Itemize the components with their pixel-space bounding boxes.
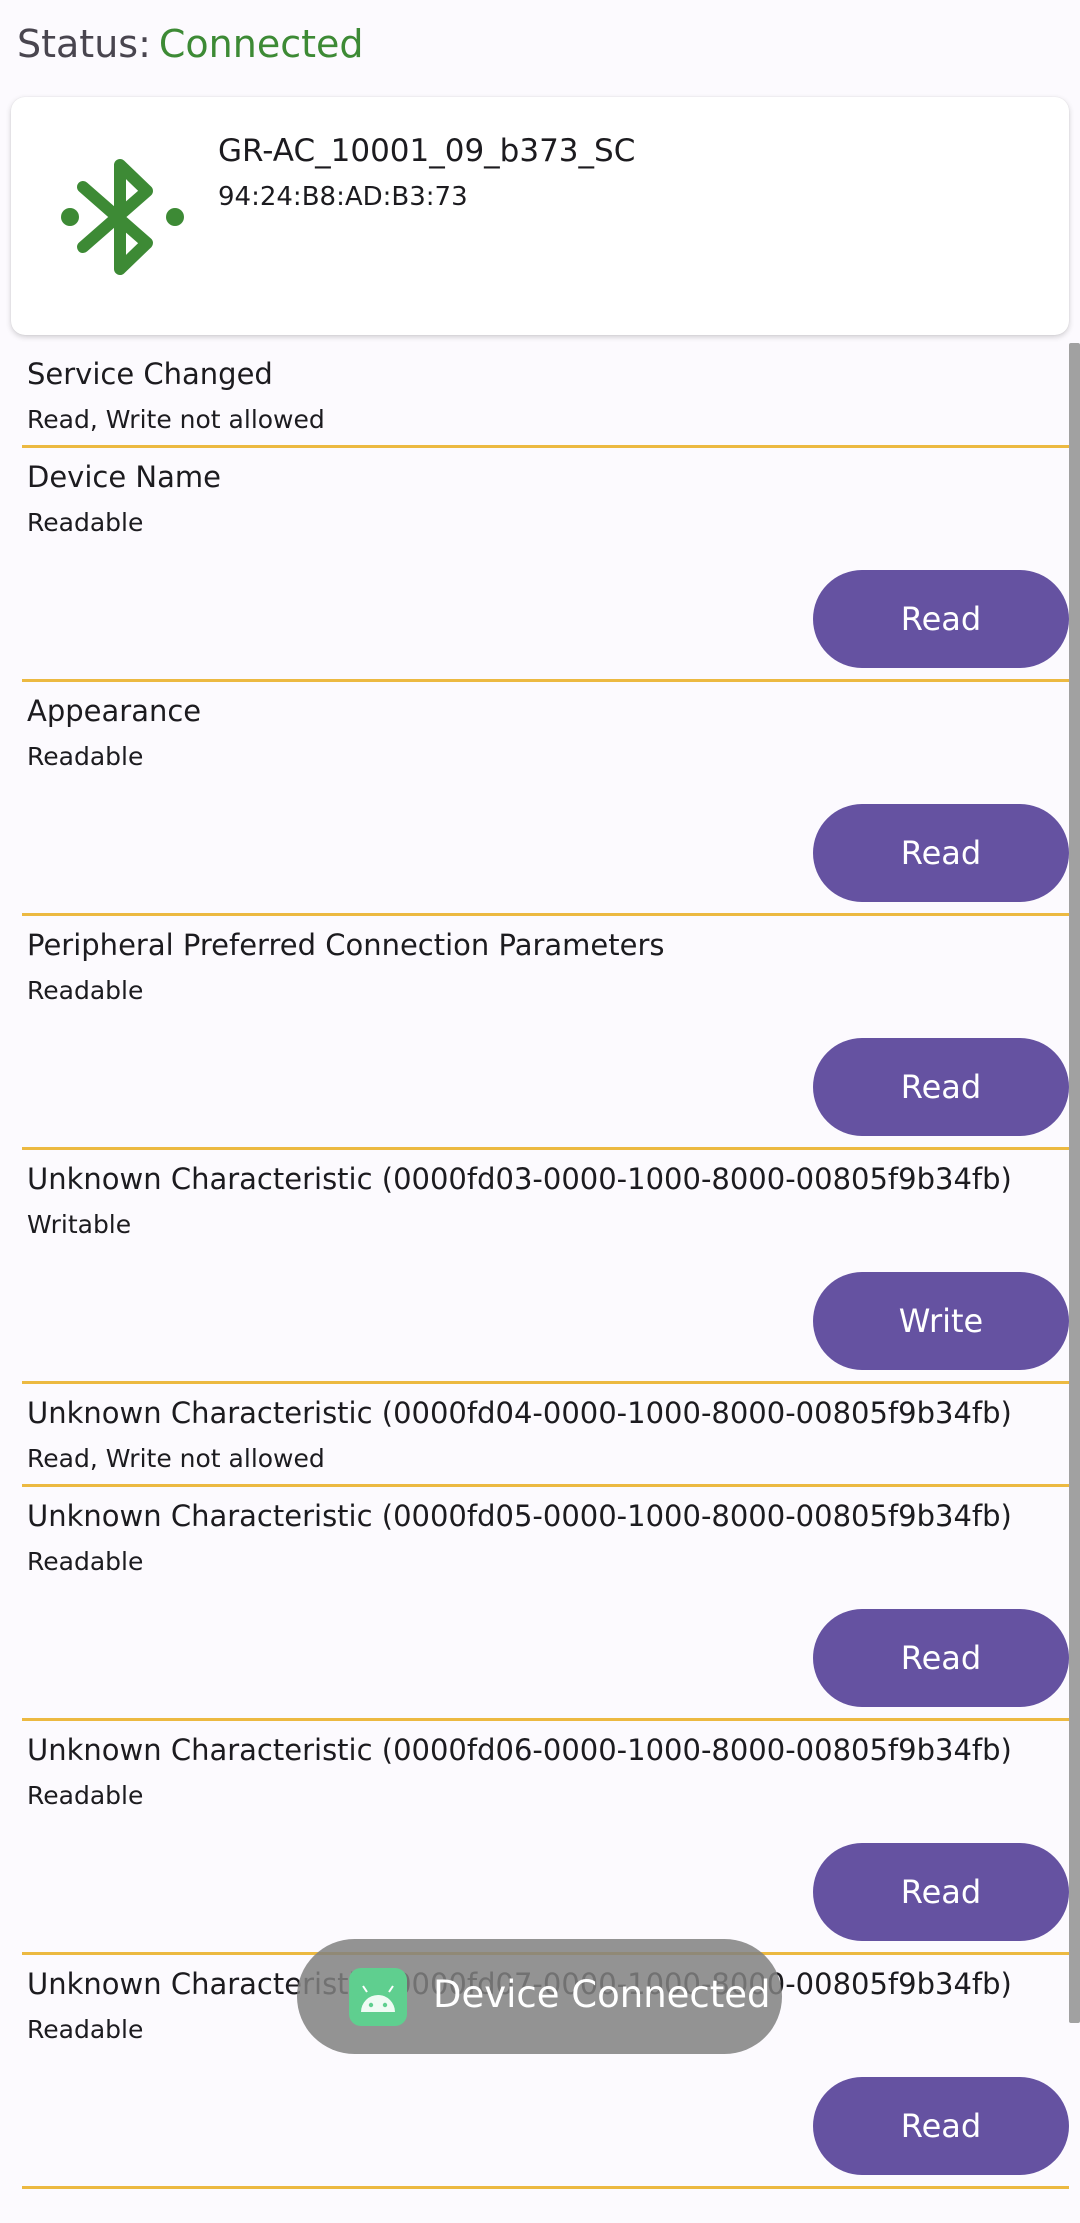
characteristic-item: Peripheral Preferred Connection Paramete… [22, 916, 1069, 1150]
characteristic-property: Readable [27, 1781, 144, 1810]
characteristic-list: Service Changed Read, Write not allowed … [0, 345, 1069, 2189]
characteristic-name: Appearance [27, 694, 202, 728]
status-value: Connected [158, 22, 364, 66]
write-button[interactable]: Write [813, 1272, 1069, 1370]
characteristic-name: Peripheral Preferred Connection Paramete… [27, 928, 665, 962]
device-mac-address: 94:24:B8:AD:B3:73 [218, 182, 468, 212]
characteristic-property: Writable [27, 1210, 132, 1239]
characteristic-property: Readable [27, 976, 144, 1005]
toast-message: Device Connected [297, 1939, 782, 2054]
characteristic-name: Device Name [27, 460, 221, 494]
device-name: GR-AC_10001_09_b373_SC [218, 133, 636, 169]
scrollbar[interactable] [1069, 343, 1080, 2023]
characteristic-item: Device Name Readable Read [22, 448, 1069, 682]
status-label: Status: [17, 22, 151, 66]
read-button[interactable]: Read [813, 570, 1069, 668]
characteristic-name: Unknown Characteristic (0000fd06-0000-10… [27, 1733, 1012, 1767]
read-button[interactable]: Read [813, 1038, 1069, 1136]
read-button[interactable]: Read [813, 1609, 1069, 1707]
characteristic-item: Unknown Characteristic (0000fd03-0000-10… [22, 1150, 1069, 1384]
bluetooth-icon [61, 159, 184, 275]
toast-text: Device Connected [433, 1973, 771, 2016]
characteristic-property: Readable [27, 1547, 144, 1576]
device-card[interactable]: GR-AC_10001_09_b373_SC 94:24:B8:AD:B3:73 [11, 97, 1069, 335]
read-button[interactable]: Read [813, 804, 1069, 902]
characteristic-item: Service Changed Read, Write not allowed [22, 345, 1069, 448]
characteristic-property: Read, Write not allowed [27, 1444, 325, 1473]
android-app-icon [349, 1968, 407, 2026]
characteristic-name: Unknown Characteristic (0000fd03-0000-10… [27, 1162, 1012, 1196]
characteristic-name: Unknown Characteristic (0000fd04-0000-10… [27, 1396, 1012, 1430]
read-button[interactable]: Read [813, 2077, 1069, 2175]
characteristic-name: Unknown Characteristic (0000fd05-0000-10… [27, 1499, 1012, 1533]
characteristic-name: Service Changed [27, 357, 273, 391]
characteristic-item: Unknown Characteristic (0000fd06-0000-10… [22, 1721, 1069, 1955]
characteristic-item: Appearance Readable Read [22, 682, 1069, 916]
read-button[interactable]: Read [813, 1843, 1069, 1941]
status-row: Status: Connected [17, 14, 364, 74]
characteristic-property: Read, Write not allowed [27, 405, 325, 434]
characteristic-property: Readable [27, 508, 144, 537]
characteristic-property: Readable [27, 742, 144, 771]
characteristic-property: Readable [27, 2015, 144, 2044]
characteristic-item: Unknown Characteristic (0000fd05-0000-10… [22, 1487, 1069, 1721]
characteristic-item: Unknown Characteristic (0000fd04-0000-10… [22, 1384, 1069, 1487]
